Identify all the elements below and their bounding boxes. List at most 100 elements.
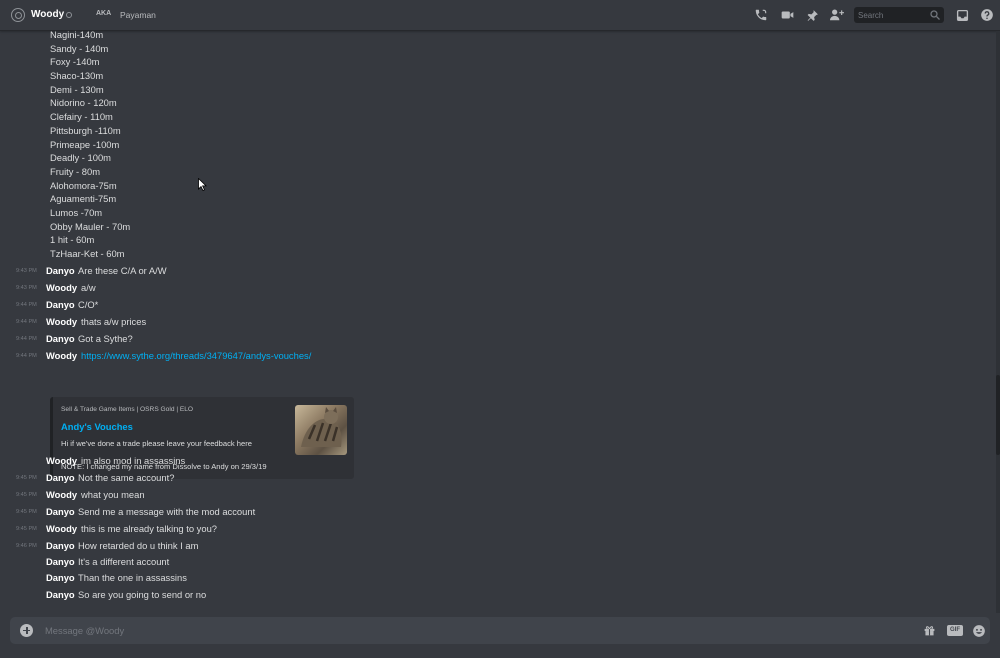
message-author[interactable]: Danyo bbox=[46, 333, 75, 344]
call-icon[interactable] bbox=[753, 7, 769, 23]
message-text: this is me already talking to you? bbox=[81, 523, 218, 534]
price-list-line: Nidorino - 120m bbox=[50, 97, 117, 108]
message-author[interactable]: Woody bbox=[46, 523, 77, 534]
pin-icon[interactable] bbox=[804, 7, 820, 23]
message-timestamp: 9:43 PM bbox=[16, 268, 37, 274]
price-list-line: Foxy -140m bbox=[50, 56, 100, 67]
recipient-name[interactable]: Woody bbox=[31, 9, 64, 20]
aka-name: Payaman bbox=[120, 10, 156, 20]
emoji-icon[interactable] bbox=[971, 623, 986, 638]
message-author[interactable]: Danyo bbox=[46, 265, 75, 276]
add-attachment-icon[interactable] bbox=[20, 624, 33, 637]
add-friend-icon[interactable] bbox=[829, 7, 845, 23]
message-author[interactable]: Woody bbox=[46, 350, 77, 361]
message[interactable]: 9:43 PM Woody a/w bbox=[0, 282, 600, 296]
price-list-line: Deadly - 100m bbox=[50, 152, 111, 163]
message-text: So are you going to send or no bbox=[78, 589, 207, 600]
message[interactable]: Danyo So are you going to send or no bbox=[0, 589, 600, 603]
price-list-line: Sandy - 140m bbox=[50, 43, 109, 54]
message[interactable]: 9:45 PM Danyo Send me a message with the… bbox=[0, 506, 600, 520]
search-bar[interactable] bbox=[854, 7, 944, 23]
message[interactable]: 9:45 PM Woody this is me already talking… bbox=[0, 523, 600, 537]
message-text: Not the same account? bbox=[78, 472, 175, 483]
search-input[interactable] bbox=[858, 7, 930, 23]
price-list-line: Demi - 130m bbox=[50, 84, 104, 95]
price-list-line: TzHaar-Ket - 60m bbox=[50, 248, 125, 259]
mouse-cursor-icon bbox=[198, 178, 207, 191]
status-icon bbox=[66, 12, 72, 18]
embed-title[interactable]: Andy's Vouches bbox=[61, 421, 133, 432]
message-author[interactable]: Woody bbox=[46, 316, 77, 327]
message[interactable]: 9:46 PM Danyo How retarded do u think I … bbox=[0, 540, 600, 554]
message-text: How retarded do u think I am bbox=[78, 540, 199, 551]
message[interactable]: Woody im also mod in assassins bbox=[0, 455, 600, 469]
scrollbar-thumb[interactable] bbox=[996, 375, 1000, 455]
message[interactable]: 9:45 PM Woody what you mean bbox=[0, 489, 600, 503]
message-author[interactable]: Danyo bbox=[46, 506, 75, 517]
message-text: Send me a message with the mod account bbox=[78, 506, 256, 517]
message-timestamp: 9:44 PM bbox=[16, 336, 37, 342]
gif-icon[interactable]: GIF bbox=[947, 625, 963, 636]
help-icon[interactable] bbox=[979, 7, 995, 23]
aka-badge: AKA bbox=[96, 10, 112, 17]
vouches-link[interactable]: https://www.sythe.org/threads/3479647/an… bbox=[81, 350, 311, 361]
at-icon bbox=[11, 8, 25, 22]
price-list-line: Lumos -70m bbox=[50, 207, 103, 218]
scrollbar-track[interactable] bbox=[996, 31, 1000, 613]
message-author[interactable]: Danyo bbox=[46, 572, 75, 583]
message-text: what you mean bbox=[81, 489, 145, 500]
embed-thumbnail[interactable] bbox=[295, 405, 347, 455]
inbox-icon[interactable] bbox=[954, 7, 970, 23]
message-text: im also mod in assassins bbox=[81, 455, 186, 466]
price-list-line: Fruity - 80m bbox=[50, 166, 101, 177]
message-text: C/O* bbox=[78, 299, 99, 310]
message-author[interactable]: Woody bbox=[46, 282, 77, 293]
message[interactable]: 9:44 PM Woody thats a/w prices bbox=[0, 316, 600, 330]
price-list-line: Obby Mauler - 70m bbox=[50, 221, 131, 232]
embed-description: Hi if we've done a trade please leave yo… bbox=[61, 439, 252, 448]
price-list-line: Clefairy - 110m bbox=[50, 111, 113, 122]
message-input[interactable] bbox=[45, 617, 895, 644]
message-text: Are these C/A or A/W bbox=[78, 265, 167, 276]
message-timestamp: 9:45 PM bbox=[16, 475, 37, 481]
gift-icon[interactable] bbox=[922, 623, 937, 638]
search-icon[interactable] bbox=[929, 9, 941, 21]
message-timestamp: 9:46 PM bbox=[16, 543, 37, 549]
message[interactable]: Danyo It's a different account bbox=[0, 556, 600, 570]
message-author[interactable]: Danyo bbox=[46, 556, 75, 567]
message-timestamp: 9:43 PM bbox=[16, 285, 37, 291]
message-text: a/w bbox=[81, 282, 96, 293]
message[interactable]: 9:44 PM Woody https://www.sythe.org/thre… bbox=[0, 350, 600, 364]
message-text: thats a/w prices bbox=[81, 316, 147, 327]
message[interactable]: Danyo Than the one in assassins bbox=[0, 572, 600, 586]
message-timestamp: 9:44 PM bbox=[16, 353, 37, 359]
message[interactable]: 9:44 PM Danyo C/O* bbox=[0, 299, 600, 313]
video-icon[interactable] bbox=[779, 7, 795, 23]
message-timestamp: 9:45 PM bbox=[16, 509, 37, 515]
embed-provider[interactable]: Sell & Trade Game Items | OSRS Gold | EL… bbox=[61, 406, 193, 413]
message-timestamp: 9:45 PM bbox=[16, 526, 37, 532]
message-timestamp: 9:44 PM bbox=[16, 302, 37, 308]
price-list-line: Aguamenti-75m bbox=[50, 193, 117, 204]
price-list-line: 1 hit - 60m bbox=[50, 234, 95, 245]
message-author[interactable]: Danyo bbox=[46, 472, 75, 483]
message-author[interactable]: Woody bbox=[46, 489, 77, 500]
message-list[interactable]: Nagini-140m Sandy - 140m Foxy -140m Shac… bbox=[0, 29, 996, 613]
message-timestamp: 9:44 PM bbox=[16, 319, 37, 325]
message-author[interactable]: Danyo bbox=[46, 540, 75, 551]
message-text: Got a Sythe? bbox=[78, 333, 133, 344]
message-author[interactable]: Danyo bbox=[46, 299, 75, 310]
message-text: It's a different account bbox=[78, 556, 170, 567]
message[interactable]: 9:45 PM Danyo Not the same account? bbox=[0, 472, 600, 486]
channel-header: Woody AKA Payaman bbox=[0, 0, 1000, 31]
price-list-line: Pittsburgh -110m bbox=[50, 125, 121, 136]
price-list-line: Nagini-140m bbox=[50, 29, 104, 40]
message-composer: GIF bbox=[10, 617, 990, 644]
message-author[interactable]: Danyo bbox=[46, 589, 75, 600]
message-author[interactable]: Woody bbox=[46, 455, 77, 466]
price-list-line: Shaco-130m bbox=[50, 70, 104, 81]
message[interactable]: 9:43 PM Danyo Are these C/A or A/W bbox=[0, 265, 600, 279]
price-list-line: Primeape -100m bbox=[50, 139, 120, 150]
message[interactable]: 9:44 PM Danyo Got a Sythe? bbox=[0, 333, 600, 347]
message-timestamp: 9:45 PM bbox=[16, 492, 37, 498]
